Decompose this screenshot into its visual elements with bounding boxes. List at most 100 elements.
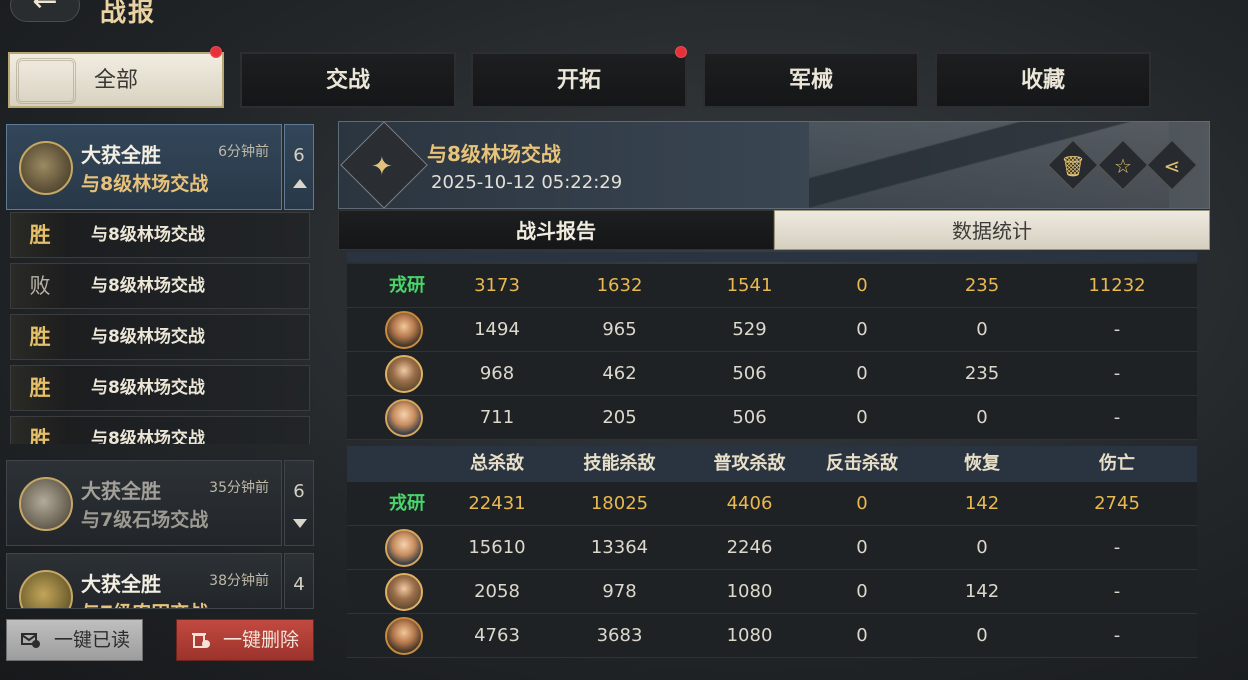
list-item-label: 与8级林场交战	[91, 225, 205, 245]
star-icon: ☆	[1114, 154, 1132, 178]
cell: 235	[964, 363, 1000, 384]
farm-icon	[19, 570, 73, 608]
back-button[interactable]: ←	[10, 0, 80, 22]
cell: 2246	[726, 537, 773, 558]
list-item[interactable]: 胜 与8级林场交战	[10, 212, 310, 258]
cell: 2058	[474, 581, 520, 602]
list-item-label: 与8级林场交战	[91, 429, 205, 444]
tab-battle-report[interactable]: 战斗报告	[338, 210, 774, 250]
table-row: 1494 965 529 0 0 -	[347, 308, 1197, 352]
tab-label: 交战	[325, 68, 370, 93]
table-row: 戎研 3173 1632 1541 0 235 11232	[347, 264, 1197, 308]
cell: 0	[856, 581, 868, 602]
report-time: 35分钟前	[209, 480, 269, 496]
sub-report-list[interactable]: 胜 与8级林场交战 败 与8级林场交战 胜 与8级林场交战 胜 与8级林场交战 …	[10, 212, 310, 444]
table-header-row: 总杀敌 技能杀敌 普攻杀敌 反击杀敌 恢复 伤亡	[347, 446, 1197, 482]
report-subtitle: 与7级石场交战	[81, 509, 209, 531]
cell: 13364	[590, 537, 649, 558]
tab-battle[interactable]: 交战	[240, 52, 456, 108]
cell: 0	[856, 537, 868, 558]
column-header: 恢复	[964, 453, 1000, 474]
chevron-down-icon	[293, 519, 307, 528]
cell: -	[1113, 407, 1121, 428]
cell: 0	[856, 275, 868, 296]
delete-all-button[interactable]: 一键删除	[176, 619, 314, 661]
general-avatar[interactable]	[385, 399, 423, 437]
tab-label: 开拓	[556, 68, 601, 93]
cell: 462	[602, 363, 637, 384]
report-result: 大获全胜	[81, 143, 161, 167]
collapse-toggle[interactable]: 6	[284, 124, 314, 210]
lumber-yard-icon	[19, 141, 73, 195]
mark-all-read-button[interactable]: 一键已读	[6, 619, 143, 661]
button-label: 一键已读	[53, 629, 130, 651]
cell: -	[1113, 625, 1121, 646]
general-avatar[interactable]	[385, 617, 423, 655]
cell: 3683	[596, 625, 643, 646]
list-item[interactable]: 胜 与8级林场交战	[10, 416, 310, 444]
win-tag: 胜	[11, 213, 69, 257]
list-item-label: 与8级林场交战	[91, 378, 205, 398]
cell: 1080	[726, 625, 773, 646]
tab-explore[interactable]: 开拓	[471, 52, 687, 108]
cell: 205	[602, 407, 637, 428]
general-avatar[interactable]	[385, 311, 423, 349]
cell: 3173	[474, 275, 520, 296]
table-row: 2058 978 1080 0 142 -	[347, 570, 1197, 614]
cell: 0	[976, 537, 988, 558]
table-row: 戎研 22431 18025 4406 0 142 2745	[347, 482, 1197, 526]
general-avatar[interactable]	[385, 573, 423, 611]
army-name: 戎研	[389, 275, 425, 296]
report-detail-header: ✦ 与8级林场交战 2025-10-12 05:22:29 🗑 ☆ ⋖	[338, 121, 1210, 209]
report-result: 大获全胜	[81, 572, 161, 596]
tab-favorites[interactable]: 收藏	[935, 52, 1151, 108]
trash-icon: 🗑	[1060, 154, 1086, 178]
win-tag: 胜	[11, 366, 69, 410]
cell: 142	[964, 493, 1000, 514]
table-header-row	[347, 252, 1197, 262]
expand-toggle[interactable]: 4	[284, 553, 314, 609]
tab-armory[interactable]: 军械	[703, 52, 919, 108]
list-item[interactable]: 胜 与8级林场交战	[10, 314, 310, 360]
battle-emblem-icon: ✦	[371, 152, 393, 182]
cell: 22431	[468, 493, 526, 514]
cell: -	[1113, 537, 1121, 558]
report-time: 6分钟前	[218, 144, 269, 160]
report-time: 38分钟前	[209, 573, 269, 589]
header: ← 战报	[0, 0, 1248, 40]
general-avatar[interactable]	[385, 529, 423, 567]
cell: 978	[602, 581, 637, 602]
knot-ornament-icon	[16, 58, 76, 104]
cell: 0	[856, 407, 868, 428]
report-card[interactable]: 大获全胜 38分钟前 与7级农田交战	[6, 553, 282, 609]
statistics-panel[interactable]: 戎研 3173 1632 1541 0 235 11232 1494 965 5…	[347, 252, 1197, 658]
chevron-up-icon	[293, 179, 307, 188]
cell: -	[1113, 363, 1121, 384]
column-header: 反击杀敌	[826, 453, 898, 474]
list-item-label: 与8级林场交战	[91, 327, 205, 347]
cell: 11232	[1088, 275, 1146, 296]
expand-toggle[interactable]: 6	[284, 460, 314, 546]
notification-dot	[210, 46, 222, 58]
cell: 235	[964, 275, 1000, 296]
cell: 0	[856, 625, 868, 646]
report-count: 6	[293, 481, 305, 502]
cell: 1541	[726, 275, 773, 296]
report-count: 4	[293, 574, 305, 595]
cell: 0	[976, 625, 988, 646]
share-icon: ⋖	[1163, 154, 1181, 178]
report-card[interactable]: 大获全胜 35分钟前 与7级石场交战	[6, 460, 282, 546]
table-row: 711 205 506 0 0 -	[347, 396, 1197, 440]
cell: 0	[976, 319, 988, 340]
list-item[interactable]: 胜 与8级林场交战	[10, 365, 310, 411]
table-row: 4763 3683 1080 0 0 -	[347, 614, 1197, 658]
report-card[interactable]: 大获全胜 6分钟前 与8级林场交战	[6, 124, 282, 210]
tab-label: 军械	[788, 68, 833, 93]
tab-statistics[interactable]: 数据统计	[774, 210, 1210, 250]
list-item[interactable]: 败 与8级林场交战	[10, 263, 310, 309]
cell: 968	[479, 363, 515, 384]
list-item-label: 与8级林场交战	[91, 276, 205, 296]
tab-all[interactable]: 全部	[8, 52, 224, 108]
general-avatar[interactable]	[385, 355, 423, 393]
cell: 0	[976, 407, 988, 428]
